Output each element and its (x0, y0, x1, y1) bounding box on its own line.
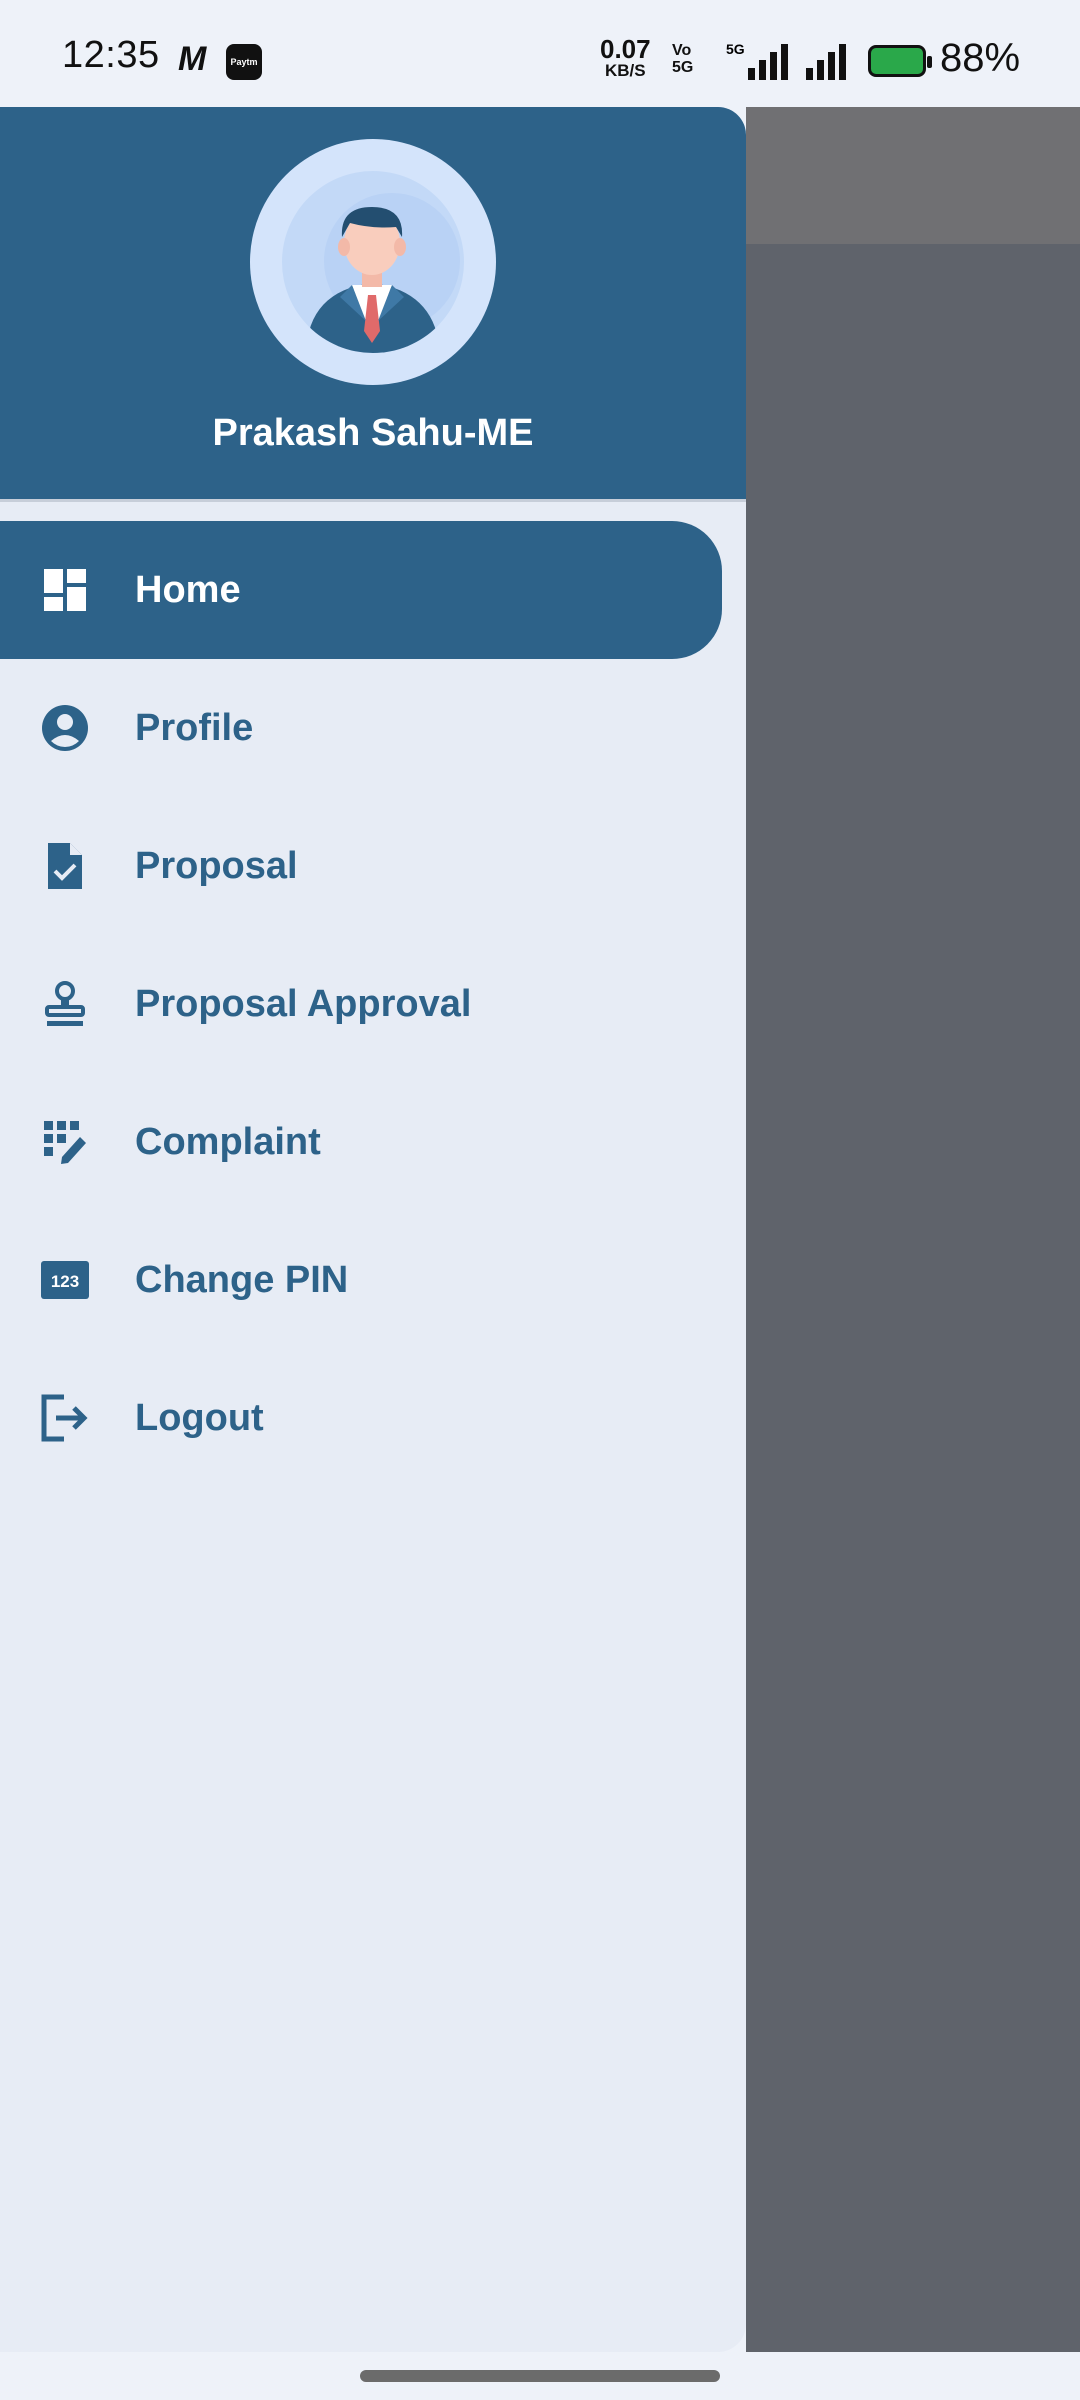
menu-item-proposal[interactable]: Proposal (0, 797, 722, 935)
drawer-menu: Home Profile Proposal Proposal Approval … (0, 521, 746, 1487)
home-indicator[interactable] (360, 2370, 720, 2382)
battery-icon (868, 45, 932, 77)
dashboard-icon (44, 569, 86, 611)
businessman-icon (306, 193, 460, 353)
menu-item-label: Profile (135, 706, 254, 749)
battery-percent: 88% (940, 36, 1021, 80)
drawer-header: Prakash Sahu-ME (0, 107, 746, 499)
menu-item-label: Logout (135, 1396, 264, 1439)
edit-grid-icon (44, 1121, 86, 1164)
avatar (250, 139, 496, 385)
menu-item-proposal-approval[interactable]: Proposal Approval (0, 935, 722, 1073)
network-speed-unit: KB/S (604, 61, 646, 80)
menu-item-label: Change PIN (135, 1258, 349, 1301)
account-circle-icon (42, 705, 88, 751)
status-time: 12:35 (62, 34, 160, 76)
menu-item-label: Complaint (135, 1120, 321, 1163)
volte-indicator: Vo 5G (672, 42, 693, 76)
pin-123-icon: 123 (41, 1261, 89, 1299)
volte-bottom: 5G (672, 59, 694, 76)
background-app-bar (746, 107, 1080, 244)
pin-icon-text: 123 (51, 1272, 79, 1291)
network-speed: 0.07 KB/S (600, 36, 651, 82)
volte-top: Vo (672, 42, 692, 59)
menu-item-logout[interactable]: Logout (0, 1349, 722, 1487)
signal-icon (806, 44, 846, 80)
menu-item-label: Proposal Approval (135, 982, 472, 1025)
header-divider (0, 499, 746, 502)
signal-5g-icon: 5G (726, 41, 788, 80)
avatar-illustration (282, 171, 464, 353)
network-type-label: 5G (726, 41, 745, 57)
menu-item-label: Proposal (135, 844, 298, 887)
menu-item-home[interactable]: Home (0, 521, 722, 659)
user-name: Prakash Sahu-ME (212, 412, 534, 454)
menu-item-complaint[interactable]: Complaint (0, 1073, 722, 1211)
drawer-scrim[interactable] (746, 244, 1080, 2352)
navigation-drawer: Prakash Sahu-ME Home Profile Proposal Pr… (0, 107, 746, 2352)
menu-item-change-pin[interactable]: 123 Change PIN (0, 1211, 722, 1349)
document-check-icon (48, 843, 82, 889)
status-bar: 12:35 M Paytm 0.07 KB/S Vo 5G 5G 88% (0, 0, 1080, 107)
stamp-icon (45, 981, 85, 1026)
menu-item-label: Home (135, 568, 241, 611)
m-app-icon: M (178, 40, 207, 78)
menu-item-profile[interactable]: Profile (0, 659, 722, 797)
logout-icon (41, 1394, 88, 1442)
paytm-icon: Paytm (226, 44, 262, 80)
